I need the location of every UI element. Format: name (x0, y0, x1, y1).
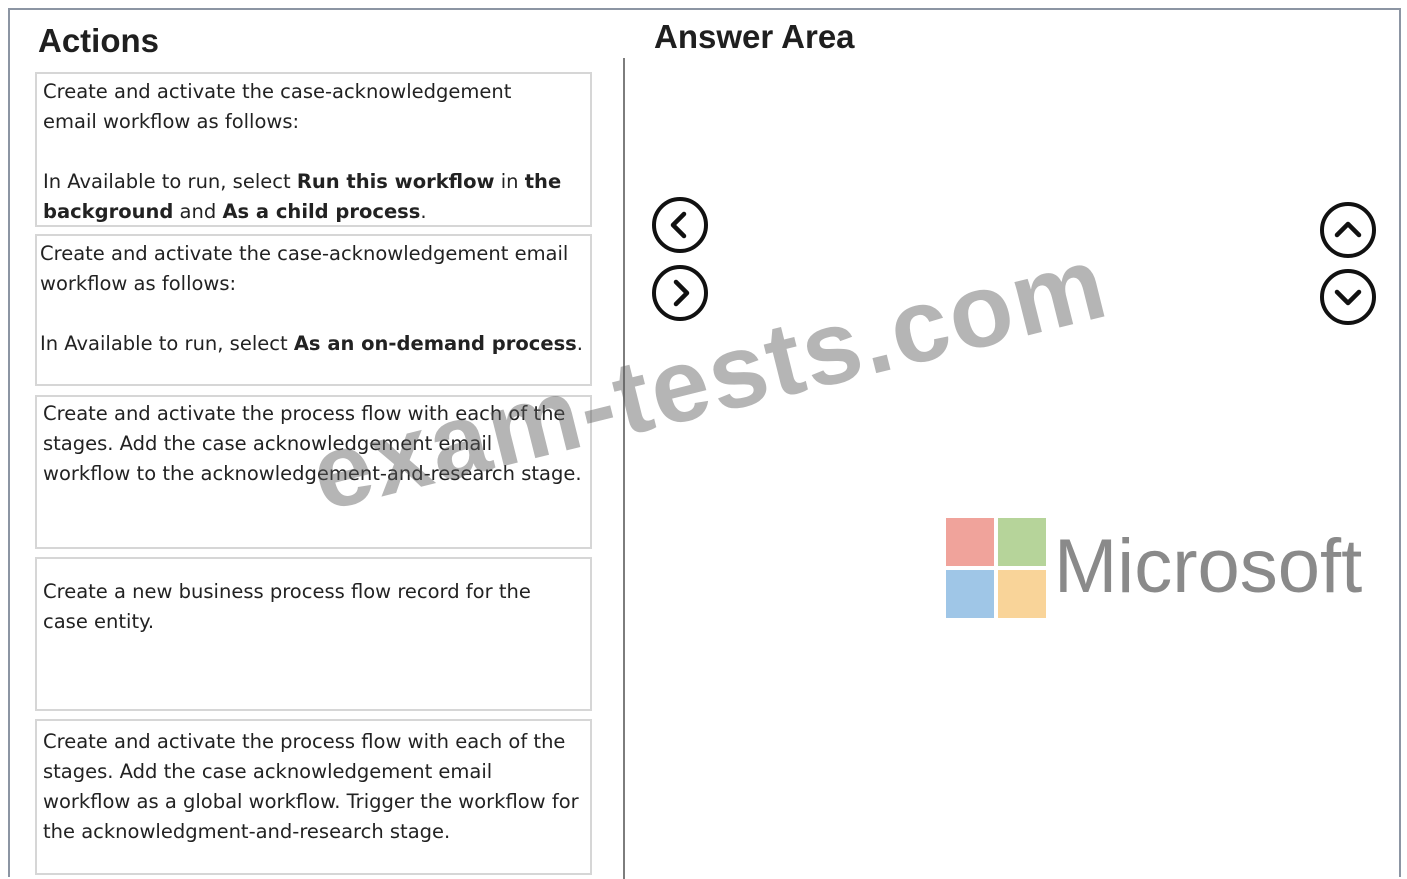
microsoft-wordmark: Microsoft (1054, 524, 1363, 609)
answer-area-heading: Answer Area (654, 18, 855, 55)
action-text: Create and activate the process flow wit… (43, 730, 579, 843)
action-text: Create and activate the case-acknowledge… (40, 242, 569, 295)
action-text: Create and activate the process flow wit… (43, 402, 582, 485)
action-detail: In Available to run, select As an on-dem… (40, 332, 583, 355)
move-down-button[interactable] (1320, 269, 1376, 325)
microsoft-logo-icon (946, 518, 1047, 619)
move-left-button[interactable] (652, 197, 708, 253)
action-item-process-flow-stage[interactable]: Create and activate the process flow wit… (35, 395, 592, 549)
actions-heading: Actions (38, 22, 160, 59)
action-item-new-bpf-record[interactable]: Create a new business process flow recor… (35, 557, 592, 711)
action-detail: In Available to run, select Run this wor… (43, 170, 562, 223)
action-item-workflow-background-child[interactable]: Create and activate the case-acknowledge… (35, 72, 592, 227)
action-text: Create and activate the case-acknowledge… (43, 80, 512, 133)
chevron-right-icon (673, 279, 690, 307)
chevron-left-icon (670, 211, 687, 239)
move-up-button[interactable] (1320, 202, 1376, 258)
move-right-button[interactable] (652, 265, 708, 321)
action-item-workflow-on-demand[interactable]: Create and activate the case-acknowledge… (35, 234, 592, 386)
action-text: Create a new business process flow recor… (43, 580, 531, 633)
chevron-down-icon (1334, 289, 1362, 306)
column-divider (623, 58, 625, 879)
chevron-up-icon (1334, 221, 1362, 238)
action-item-process-flow-global[interactable]: Create and activate the process flow wit… (35, 719, 592, 875)
